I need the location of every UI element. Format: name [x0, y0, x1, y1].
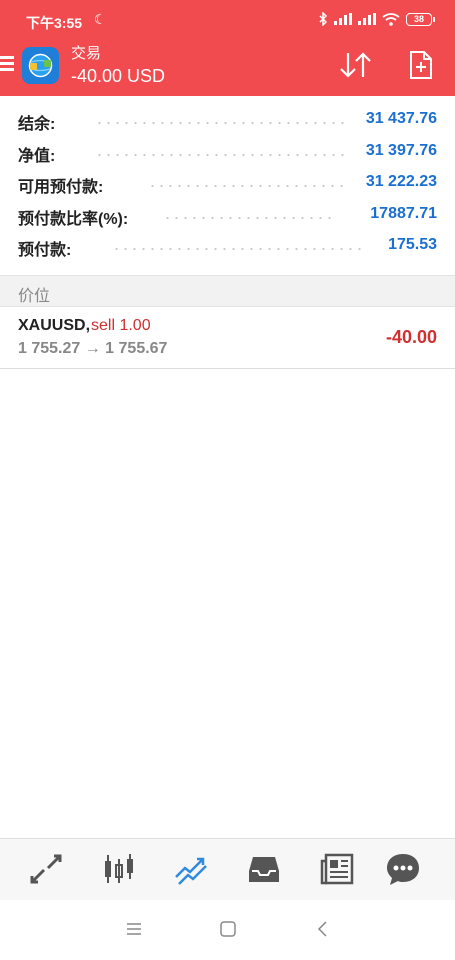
- battery-icon: 38: [406, 12, 435, 26]
- dot-leader: [148, 185, 345, 187]
- recents-icon[interactable]: [126, 920, 142, 938]
- account-summary: 结余: 31 437.76 净值: 31 397.76 可用预付款: 31 22…: [0, 106, 455, 264]
- summary-value: 175.53: [388, 236, 437, 253]
- position-side: sell 1.00: [91, 317, 151, 334]
- home-icon[interactable]: [219, 920, 237, 938]
- bluetooth-icon: [319, 12, 328, 26]
- summary-row-free-margin: 可用预付款: 31 222.23: [0, 169, 455, 201]
- battery-level: 38: [406, 12, 432, 26]
- summary-row-equity: 净值: 31 397.76: [0, 138, 455, 170]
- status-icons: 38: [318, 12, 435, 26]
- summary-value: 17887.71: [370, 204, 437, 222]
- position-prices: 1 755.27 → 1 755.67: [18, 340, 168, 357]
- wifi-icon: [382, 12, 400, 26]
- summary-row-margin-level: 预付款比率(%): 17887.71: [0, 201, 455, 233]
- summary-label: 预付款比率(%):: [18, 210, 129, 228]
- summary-value: 31 397.76: [365, 141, 437, 159]
- signal-icon-2: [358, 13, 376, 25]
- profit-total: -40.00 USD: [71, 66, 166, 86]
- dot-leader: [112, 248, 365, 250]
- summary-row-balance: 结余: 31 437.76: [0, 106, 455, 138]
- app-logo[interactable]: [22, 47, 59, 84]
- dot-leader: [163, 216, 333, 219]
- section-title: 价位: [18, 288, 51, 305]
- status-bar: 下午3:55 ☾ 38: [0, 0, 455, 36]
- trade-icon[interactable]: [173, 851, 209, 887]
- news-icon[interactable]: [319, 851, 355, 887]
- position-row[interactable]: XAUUSD, sell 1.00 1 755.27 → 1 755.67 -4…: [0, 308, 455, 369]
- app-bar: 交易 -40.00 USD: [0, 36, 455, 96]
- dot-leader: [95, 153, 345, 156]
- section-header-positions: 价位: [0, 275, 455, 307]
- position-symbol: XAUUSD,: [18, 317, 91, 334]
- summary-row-margin: 预付款: 175.53: [0, 232, 455, 264]
- summary-label: 结余:: [18, 116, 56, 133]
- dot-leader: [95, 122, 345, 124]
- system-nav-bar: [0, 900, 455, 960]
- back-icon[interactable]: [316, 920, 330, 938]
- menu-icon[interactable]: [0, 56, 14, 72]
- position-profit: -40.00: [385, 327, 437, 347]
- chart-icon[interactable]: [101, 851, 137, 887]
- bottom-nav: [0, 838, 455, 900]
- summary-label: 预付款:: [18, 242, 72, 259]
- sort-icon[interactable]: [338, 50, 374, 80]
- history-icon[interactable]: [246, 851, 282, 887]
- summary-label: 可用预付款:: [18, 179, 104, 196]
- summary-value: 31 437.76: [365, 110, 437, 127]
- summary-value: 31 222.23: [365, 173, 437, 190]
- quotes-icon[interactable]: [28, 851, 64, 887]
- status-time: 下午3:55: [26, 15, 83, 31]
- moon-icon: ☾: [94, 11, 107, 27]
- summary-label: 净值:: [18, 147, 56, 165]
- page-title: 交易: [71, 45, 102, 62]
- messages-icon[interactable]: [385, 851, 421, 887]
- new-order-icon[interactable]: [408, 50, 434, 80]
- signal-icon: [334, 13, 352, 25]
